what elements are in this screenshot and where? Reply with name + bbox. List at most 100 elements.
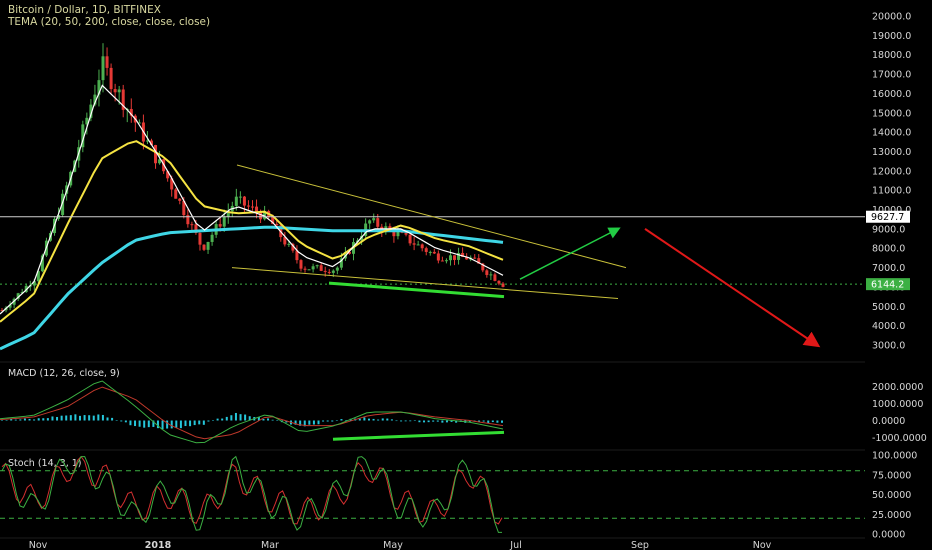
- candle-body: [493, 274, 497, 281]
- macd-histogram-bar: [101, 414, 104, 421]
- macd-histogram-bar: [267, 418, 270, 421]
- candle-body: [287, 243, 291, 245]
- macd-histogram-bar: [124, 420, 127, 423]
- macd-histogram-bar: [400, 420, 403, 422]
- price-tick-label: 9000.0: [872, 224, 905, 235]
- macd-histogram-bar: [46, 418, 49, 421]
- candle-body: [408, 234, 412, 244]
- price-marker-high-label: 9627.7: [871, 212, 904, 223]
- tema-20-line: [0, 84, 504, 315]
- candle-body: [412, 243, 416, 245]
- candle-body: [368, 220, 372, 224]
- price-marker-high: 9627.7: [866, 210, 910, 223]
- macd-histogram-bar: [367, 418, 370, 421]
- macd-histogram-bar: [51, 416, 54, 421]
- macd-histogram-bar: [335, 420, 338, 421]
- candle-body: [327, 271, 331, 273]
- macd-histogram-bar: [69, 415, 72, 421]
- candle-body: [420, 244, 424, 249]
- macd-histogram-bar: [331, 420, 334, 422]
- candle-body: [453, 255, 457, 260]
- macd-histogram-bar: [381, 418, 384, 421]
- macd-histogram-bar: [129, 420, 132, 426]
- price-tick-label: 20000.0: [872, 12, 911, 23]
- candle-body: [246, 205, 250, 207]
- macd-histogram-bar: [106, 417, 109, 421]
- macd-histogram-bar: [423, 420, 426, 423]
- macd-histogram-bar: [262, 418, 265, 421]
- macd-histogram-bar: [74, 414, 77, 421]
- macd-histogram-bar: [234, 412, 237, 421]
- macd-histogram-bar: [97, 414, 100, 421]
- macd-histogram-bar: [19, 419, 22, 421]
- macd-histogram-bar: [372, 418, 375, 421]
- macd-histogram-bar: [23, 418, 26, 421]
- chart-svg: Bitcoin / Dollar, 1D, BITFINEX TEMA (20,…: [0, 4, 927, 550]
- candle-body: [105, 56, 109, 68]
- macd-histogram-bar: [88, 415, 91, 421]
- candle-body: [206, 241, 210, 250]
- macd-tick-label: 1000.0000: [872, 399, 923, 410]
- stoch-tick-label: 0.0000: [872, 530, 905, 541]
- candle-body: [101, 56, 105, 81]
- macd-histogram-bar: [134, 420, 137, 427]
- candle-body: [307, 269, 311, 271]
- candle-body: [416, 244, 420, 246]
- macd-histogram-bar: [239, 414, 242, 421]
- macd-histogram-bar: [1, 419, 3, 421]
- macd-histogram-bar: [445, 420, 448, 423]
- macd-histogram-bar: [65, 415, 68, 421]
- macd-histogram-bar: [326, 420, 329, 422]
- macd-histogram-bar: [5, 420, 8, 421]
- candle-body: [218, 224, 222, 227]
- price-tick-label: 5000.0: [872, 302, 905, 313]
- macd-histogram-bar: [271, 419, 274, 421]
- candle-body: [424, 248, 428, 252]
- stoch-tick-label: 25.0000: [872, 510, 911, 521]
- candle-body: [202, 244, 206, 250]
- candle-body: [190, 224, 194, 226]
- price-tick-label: 11000.0: [872, 186, 911, 197]
- tema-200-line: [0, 225, 504, 351]
- macd-histogram-bar: [138, 420, 141, 427]
- price-tick-label: 17000.0: [872, 70, 911, 81]
- candle-body: [113, 89, 117, 93]
- macd-histogram-bar: [427, 420, 430, 423]
- macd-histogram-bar: [161, 420, 164, 430]
- macd-histogram-bar: [179, 420, 182, 429]
- macd-histogram-bar: [244, 414, 247, 421]
- macd-histogram-bar: [60, 415, 63, 421]
- macd-histogram-bar: [436, 420, 439, 422]
- macd-histogram-bar: [170, 420, 173, 429]
- macd-histogram-bar: [156, 420, 159, 429]
- macd-histogram-bar: [377, 419, 380, 421]
- price-tick-label: 4000.0: [872, 321, 905, 332]
- chart-root: Bitcoin / Dollar, 1D, BITFINEX TEMA (20,…: [0, 0, 932, 550]
- macd-histogram-bar: [432, 420, 435, 422]
- macd-histogram-bar: [363, 417, 366, 421]
- macd-histogram-bar: [312, 420, 315, 425]
- macd-histogram-bar: [115, 420, 118, 421]
- macd-histogram-bar: [216, 418, 219, 421]
- candle-body: [404, 232, 408, 235]
- candle-body: [432, 251, 436, 254]
- price-tick-label: 7000.0: [872, 263, 905, 274]
- macd-divergence-line: [332, 430, 505, 441]
- macd-histogram-bar: [386, 418, 389, 421]
- candle-body: [109, 67, 113, 90]
- candle-body: [489, 274, 493, 276]
- macd-histogram-bar: [230, 415, 233, 421]
- candle-body: [234, 196, 238, 206]
- macd-histogram-bar: [28, 418, 31, 421]
- price-tick-label: 14000.0: [872, 128, 911, 139]
- candle-body: [178, 198, 182, 201]
- macd-tick-label: 2000.0000: [872, 382, 923, 393]
- candle-body: [335, 267, 339, 271]
- macd-histogram-bar: [111, 417, 114, 421]
- macd-histogram-bar: [496, 420, 499, 423]
- macd-histogram-bar: [482, 420, 485, 422]
- candle-body: [210, 234, 214, 242]
- price-tick-label: 18000.0: [872, 50, 911, 61]
- candle-body: [303, 268, 307, 270]
- price-marker-current: 6144.2: [866, 278, 910, 291]
